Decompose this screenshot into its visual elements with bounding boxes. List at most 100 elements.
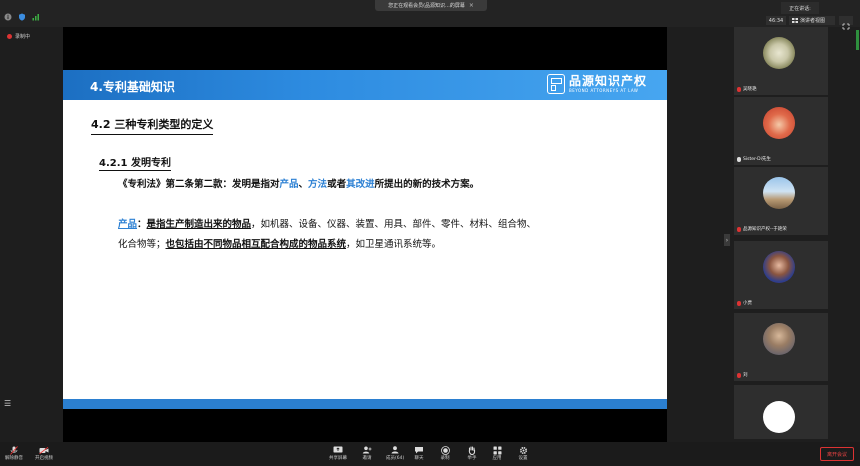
recording-indicator: 录制中: [7, 33, 30, 40]
slide-header-title: 4.专利基础知识: [90, 80, 175, 94]
apps-button[interactable]: 应用: [492, 445, 502, 461]
text-span: 或者: [327, 179, 347, 190]
signal-icon[interactable]: [32, 13, 40, 21]
text-span: 产品: [118, 219, 138, 230]
text-span: ：: [137, 219, 147, 230]
list-menu-icon[interactable]: ☰: [4, 399, 11, 408]
chat-label: 聊天: [414, 456, 424, 461]
leave-meeting-button[interactable]: 离开会议: [820, 447, 854, 461]
settings-button[interactable]: 设置: [518, 445, 528, 461]
participant-tile[interactable]: 小贾: [734, 241, 828, 309]
hand-icon: [467, 445, 477, 455]
mic-muted-icon: [737, 86, 741, 92]
participant-tile[interactable]: Sister-Di先生: [734, 97, 828, 165]
settings-label: 设置: [518, 456, 528, 461]
text-span: 产品: [279, 179, 299, 190]
text-span: 也包括由不同物品相互配合构成的物品系统: [165, 239, 347, 250]
chevron-right-icon: ›: [725, 236, 729, 244]
mic-icon: [737, 156, 741, 162]
panel-scrollbar[interactable]: [856, 30, 859, 50]
share-screen-button[interactable]: 共享屏幕: [329, 445, 347, 461]
members-button[interactable]: 成员(64): [386, 445, 404, 461]
text-span: ，如机器、设备、仪器、装置、用具、部件、零件、材料、组合物、: [251, 219, 537, 230]
share-screen-icon: [333, 445, 343, 455]
participant-tile[interactable]: 吴晓艳: [734, 27, 828, 95]
definition-line: 《专利法》第二条第二款：发明是指对产品、方法或者其改进所提出的新的技术方案。: [118, 176, 479, 190]
recording-label: 录制中: [15, 34, 31, 40]
add-user-icon: [362, 445, 372, 455]
fullscreen-icon: [842, 23, 850, 30]
view-mode-button[interactable]: 演讲者视图: [789, 16, 835, 25]
invite-label: 邀请: [362, 456, 372, 461]
record-button[interactable]: 录制: [440, 445, 450, 461]
collapse-panel-button[interactable]: ›: [724, 234, 730, 246]
share-banner-text: 您正在观看会员(品源知识...的屏幕: [388, 3, 465, 9]
avatar: [763, 251, 795, 283]
meeting-timer: 46:34: [766, 16, 786, 25]
subsection-title: 4.2.1 发明专利: [99, 154, 171, 171]
participant-name: Sister-Di先生: [743, 157, 771, 162]
participant-tile[interactable]: 品源知识产权--于艳荣: [734, 167, 828, 235]
start-video-button[interactable]: 开启视频: [35, 445, 53, 461]
avatar: [763, 401, 795, 433]
unmute-label: 解除静音: [5, 456, 23, 461]
logo-mark-icon: [547, 74, 565, 94]
gear-icon: [518, 445, 528, 455]
speaking-indicator: 正在讲话:: [781, 2, 819, 14]
top-left-icons: [4, 13, 40, 21]
company-logo: 品源知识产权 BEYOND ATTORNEYS AT LAW: [547, 74, 647, 94]
raise-hand-label: 举手: [467, 456, 477, 461]
mic-muted-icon: [737, 300, 741, 306]
avatar: [763, 177, 795, 209]
members-label: 成员(64): [386, 456, 405, 461]
participant-name: 刘: [743, 373, 748, 378]
fullscreen-button[interactable]: [839, 16, 853, 30]
slide-footer-bar: [63, 399, 667, 409]
slide-header: 4.专利基础知识 品源知识产权 BEYOND ATTORNEYS AT LAW: [63, 70, 667, 100]
members-icon: [390, 445, 400, 455]
participant-name: 小贾: [743, 301, 752, 306]
invite-button[interactable]: 邀请: [362, 445, 372, 461]
bottom-toolbar: [0, 442, 860, 466]
text-span: ，如卫星通讯系统等。: [346, 239, 442, 250]
share-screen-label: 共享屏幕: [329, 456, 347, 461]
text-span: 其改进: [346, 179, 375, 190]
logo-name-cn: 品源知识产权: [569, 73, 648, 88]
record-label: 录制: [440, 456, 450, 461]
chat-icon: [414, 445, 424, 455]
participant-tile[interactable]: 刘: [734, 313, 828, 381]
text-span: 化合物等；: [118, 239, 166, 250]
camera-off-icon: [39, 445, 49, 455]
record-dot-icon: [7, 34, 12, 39]
raise-hand-button[interactable]: 举手: [467, 445, 477, 461]
section-title: 4.2 三种专利类型的定义: [91, 116, 214, 135]
text-span: 是指生产制造出来的物品: [146, 219, 252, 230]
participant-name: 品源知识产权--于艳荣: [743, 227, 787, 232]
apps-icon: [492, 445, 502, 455]
unmute-button[interactable]: 解除静音: [5, 445, 23, 461]
product-definition-line-2: 化合物等；也包括由不同物品相互配合构成的物品系统，如卫星通讯系统等。: [118, 236, 441, 250]
avatar: [763, 323, 795, 355]
presentation-slide: 4.专利基础知识 品源知识产权 BEYOND ATTORNEYS AT LAW …: [63, 70, 667, 409]
mic-muted-icon: [737, 372, 741, 378]
chat-button[interactable]: 聊天: [414, 445, 424, 461]
mic-muted-icon: [9, 445, 19, 455]
avatar: [763, 107, 795, 139]
grid-icon: [792, 18, 798, 23]
record-icon: [440, 445, 450, 455]
text-span: 、: [298, 179, 309, 190]
share-banner[interactable]: 您正在观看会员(品源知识...的屏幕 ×: [375, 0, 487, 11]
mic-muted-icon: [737, 226, 741, 232]
text-span: 《专利法》第二条第二款：发明是指对: [118, 179, 280, 190]
participant-name: 吴晓艳: [743, 87, 757, 92]
text-span: 所提出的新的技术方案。: [374, 179, 480, 190]
shield-icon[interactable]: [18, 13, 26, 21]
info-icon[interactable]: [4, 13, 12, 21]
view-mode-label: 演讲者视图: [800, 18, 826, 24]
logo-name-en: BEYOND ATTORNEYS AT LAW: [569, 87, 639, 93]
start-video-label: 开启视频: [35, 456, 53, 461]
product-definition-line-1: 产品：是指生产制造出来的物品，如机器、设备、仪器、装置、用具、部件、零件、材料、…: [118, 216, 536, 230]
participant-tile[interactable]: [734, 385, 828, 439]
close-icon[interactable]: ×: [469, 2, 474, 9]
apps-label: 应用: [492, 456, 502, 461]
